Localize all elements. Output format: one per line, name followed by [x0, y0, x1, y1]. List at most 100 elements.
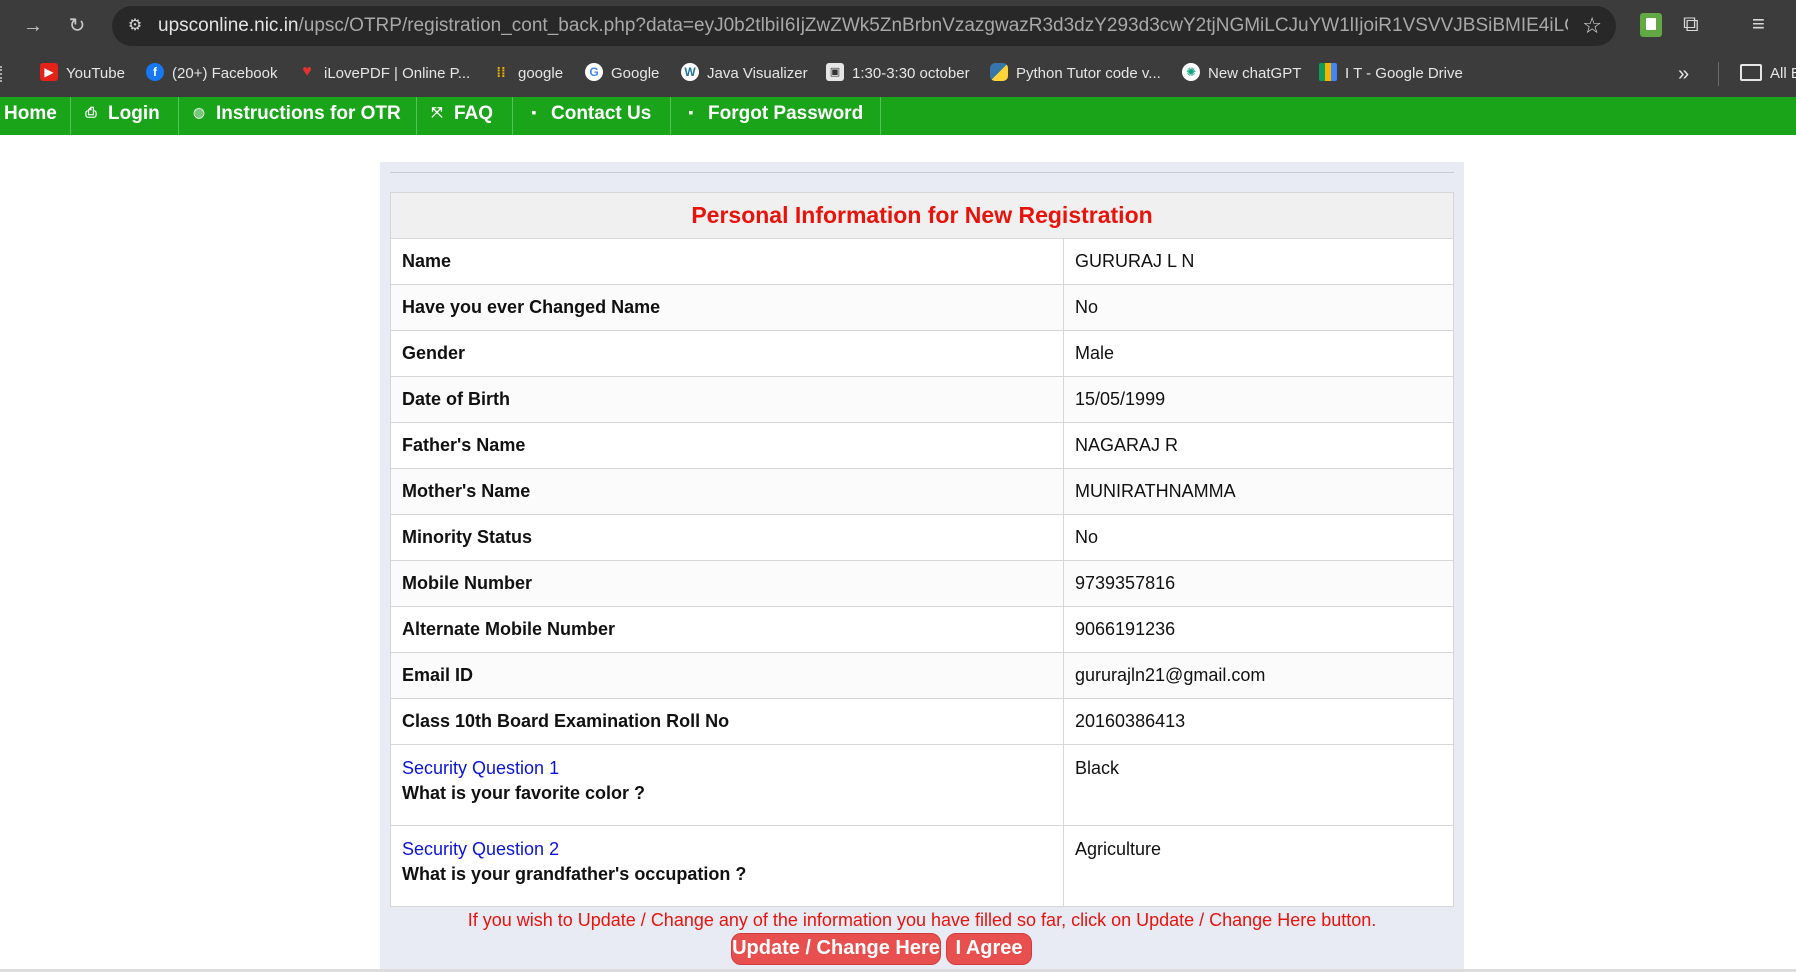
bookmark-google-drive[interactable]: I T - Google Drive [1319, 52, 1463, 96]
row-value: gururajln21@gmail.com [1063, 652, 1454, 699]
site-settings-icon[interactable]: ⚙ [124, 15, 146, 37]
all-bookmarks-folder[interactable]: All B [1740, 52, 1796, 96]
security-question-heading: Security Question 1 [402, 758, 560, 778]
address-bar-row: → ↻ ⚙ upsconline.nic.in/upsc/OTRP/regist… [0, 0, 1796, 52]
globe-icon: ◍ [192, 103, 206, 120]
security-question-cell: Security Question 1 What is your favorit… [390, 744, 1064, 826]
row-label: Mother's Name [390, 468, 1064, 515]
nav-forgot-password[interactable]: ▪ Forgot Password [684, 97, 864, 135]
security-question-row: Security Question 2 What is your grandfa… [390, 825, 1454, 907]
table-row: Name GURURAJ L N [390, 238, 1454, 285]
reload-icon[interactable]: ↻ [62, 11, 92, 41]
row-value: GURURAJ L N [1063, 238, 1454, 285]
row-value: No [1063, 284, 1454, 331]
row-value: MUNIRATHNAMMA [1063, 468, 1454, 515]
table-row: Mobile Number 9739357816 [390, 560, 1454, 607]
url-text[interactable]: upsconline.nic.in/upsc/OTRP/registration… [158, 6, 1568, 46]
form-title: Personal Information for New Registratio… [390, 192, 1454, 239]
table-row: Have you ever Changed Name No [390, 284, 1454, 331]
classroom-icon: ▣ [826, 63, 844, 82]
google-drive-icon [1319, 63, 1337, 82]
printer-icon: ⎙ [85, 103, 97, 120]
address-bar[interactable]: ⚙ upsconline.nic.in/upsc/OTRP/registrati… [112, 6, 1616, 46]
row-label: Gender [390, 330, 1064, 377]
row-value: No [1063, 514, 1454, 561]
row-label: Father's Name [390, 422, 1064, 469]
row-value: 20160386413 [1063, 698, 1454, 745]
nav-login[interactable]: ⎙ Login [84, 97, 159, 135]
personal-info-table: Personal Information for New Registratio… [390, 192, 1454, 907]
nav-home[interactable]: Home [4, 97, 57, 135]
row-value: 9066191236 [1063, 606, 1454, 653]
apps-grid-icon: ⁞⁞ [496, 64, 506, 81]
youtube-icon: ▶ [40, 63, 58, 82]
bookmark-facebook[interactable]: f (20+) Facebook [146, 52, 277, 96]
security-question-text: What is your favorite color ? [402, 783, 646, 803]
nav-divider [512, 97, 513, 135]
security-answer: Agriculture [1063, 825, 1454, 907]
security-answer: Black [1063, 744, 1454, 826]
nav-divider [416, 97, 417, 135]
row-label: Class 10th Board Examination Roll No [390, 698, 1064, 745]
update-notice: If you wish to Update / Change any of th… [467, 910, 1377, 930]
update-change-button[interactable]: Update / Change Here [731, 933, 941, 965]
expand-icon: ⤧ [431, 103, 443, 120]
bookmarks-bar: ▶ YouTube f (20+) Facebook ♥ iLovePDF | Onl… [0, 52, 1796, 96]
facebook-icon: f [146, 63, 164, 82]
row-label: Email ID [390, 652, 1064, 699]
table-row: Mother's Name MUNIRATHNAMMA [390, 468, 1454, 515]
bookmarks-divider [1718, 62, 1719, 86]
row-value: NAGARAJ R [1063, 422, 1454, 469]
bookmark-october[interactable]: ▣ 1:30-3:30 october [826, 52, 970, 96]
i-agree-button[interactable]: I Agree [946, 933, 1032, 965]
bookmark-youtube[interactable]: ▶ YouTube [40, 52, 125, 96]
row-label: Name [390, 238, 1064, 285]
nav-instructions[interactable]: ◍ Instructions for OTR [192, 97, 401, 135]
table-row: Class 10th Board Examination Roll No 201… [390, 698, 1454, 745]
bookmark-python-tutor[interactable]: Python Tutor code v... [990, 52, 1161, 96]
google-icon: G [585, 63, 603, 82]
nav-faq[interactable]: ⤧ FAQ [430, 97, 493, 135]
security-question-row: Security Question 1 What is your favorit… [390, 744, 1454, 826]
row-value: Male [1063, 330, 1454, 377]
reading-list-icon[interactable]: ≡ [1752, 10, 1765, 38]
nav-contact-us[interactable]: ▪ Contact Us [527, 97, 652, 135]
security-question-heading: Security Question 2 [402, 839, 560, 859]
panel-divider [390, 172, 1454, 173]
security-question-text: What is your grandfather's occupation ? [402, 864, 747, 884]
more-bookmarks-chevron-icon[interactable]: » [1678, 52, 1689, 96]
row-label: Mobile Number [390, 560, 1064, 607]
ilovepdf-icon: ♥ [302, 63, 312, 81]
bookmark-ilovepdf[interactable]: ♥ iLovePDF | Online P... [298, 52, 470, 96]
bookmark-chatgpt[interactable]: ✺ New chatGPT [1182, 52, 1301, 96]
table-row: Email ID gururajln21@gmail.com [390, 652, 1454, 699]
bookmark-google[interactable]: G Google [585, 52, 659, 96]
nav-divider [880, 97, 881, 135]
forward-arrow-icon[interactable]: → [18, 11, 48, 41]
table-row: Father's Name NAGARAJ R [390, 422, 1454, 469]
row-label: Have you ever Changed Name [390, 284, 1064, 331]
site-nav-bar: Home ⎙ Login ◍ Instructions for OTR ⤧ FAQ ▪… [0, 97, 1796, 135]
bookmark-google-apps[interactable]: ⁞⁞ google [492, 52, 563, 96]
row-value: 9739357816 [1063, 560, 1454, 607]
security-question-cell: Security Question 2 What is your grandfa… [390, 825, 1064, 907]
nav-divider [178, 97, 179, 135]
bookmark-java-visualizer[interactable]: W Java Visualizer [681, 52, 808, 96]
nav-divider [70, 97, 71, 135]
browser-chrome: → ↻ ⚙ upsconline.nic.in/upsc/OTRP/regist… [0, 0, 1796, 97]
row-label: Minority Status [390, 514, 1064, 561]
registration-panel: Personal Information for New Registratio… [380, 162, 1464, 972]
chatgpt-icon: ✺ [1182, 63, 1200, 82]
document-icon: ▪ [688, 103, 694, 120]
extension-icon[interactable] [1640, 13, 1662, 37]
row-label: Alternate Mobile Number [390, 606, 1064, 653]
python-icon [990, 63, 1008, 82]
nav-divider [670, 97, 671, 135]
folder-icon [1740, 63, 1762, 81]
table-row: Alternate Mobile Number 9066191236 [390, 606, 1454, 653]
table-row: Minority Status No [390, 514, 1454, 561]
extensions-puzzle-icon[interactable]: ⧉ [1683, 10, 1699, 38]
document-icon: ▪ [531, 103, 537, 120]
bookmark-star-icon[interactable]: ☆ [1582, 14, 1602, 38]
row-value: 15/05/1999 [1063, 376, 1454, 423]
